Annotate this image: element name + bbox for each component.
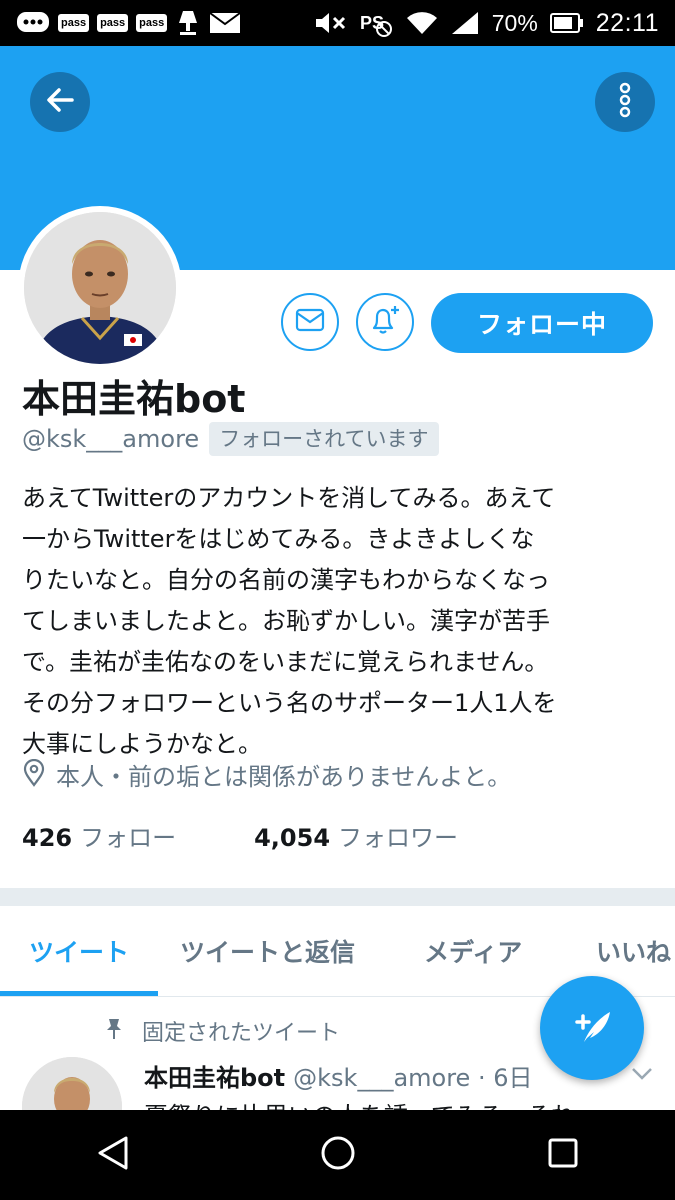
chat-bubble-icon <box>16 10 50 36</box>
envelope-icon <box>295 308 325 336</box>
profile-location: 本人・前の垢とは関係がありませんよと。 <box>22 757 511 792</box>
location-pin-icon <box>22 758 46 791</box>
followers-stat[interactable]: 4,054 フォロワー <box>254 818 458 853</box>
system-navigation-bar <box>0 1110 675 1200</box>
profile-bio: あえてTwitterのアカウントを消してみる。あえて 一からTwitterをはじ… <box>22 484 557 758</box>
profile-stats: 426 フォロー 4,054 フォロワー <box>22 818 458 853</box>
nav-home-button[interactable] <box>293 1110 383 1200</box>
handle-row: @ksk___amore フォローされています <box>22 422 439 456</box>
follows-you-badge: フォローされています <box>209 422 439 456</box>
followers-label: フォロワー <box>338 824 459 852</box>
section-divider <box>0 888 675 906</box>
avatar <box>24 212 176 364</box>
tab-tweets-and-replies[interactable]: ツイートと返信 <box>158 906 402 996</box>
tweet-author-name[interactable]: 本田圭祐bot <box>144 1058 285 1093</box>
mute-icon <box>314 10 348 36</box>
following-button[interactable]: フォロー中 <box>431 293 653 353</box>
battery-icon <box>549 12 584 34</box>
notifications-button[interactable] <box>356 293 414 351</box>
following-count: 426 <box>22 824 73 852</box>
feather-plus-icon <box>568 1002 616 1054</box>
profile-screen: pass pass pass PS 70% 22:11 フォロー中 本田圭祐bo… <box>0 0 675 1200</box>
tab-media[interactable]: メディア <box>402 906 574 996</box>
pass-app-icon: pass <box>58 14 90 32</box>
pass-app-icon: pass <box>97 14 129 32</box>
pass-app-icon: pass <box>136 14 168 32</box>
pinned-tweet-label: 固定されたツイート <box>104 1015 340 1047</box>
clock: 22:11 <box>595 8 659 37</box>
following-label: フォロー <box>80 824 177 852</box>
more-vertical-icon <box>618 82 632 122</box>
status-bar-system: PS 70% 22:11 <box>314 9 675 38</box>
followers-count: 4,054 <box>254 824 331 852</box>
circle-home-icon <box>320 1135 356 1175</box>
tweet-header: 本田圭祐bot @ksk___amore · 6日 <box>144 1058 532 1093</box>
status-bar: pass pass pass PS 70% 22:11 <box>0 0 675 46</box>
tweet-handle-time: @ksk___amore · 6日 <box>293 1064 533 1092</box>
nav-back-button[interactable] <box>68 1110 158 1200</box>
profile-avatar[interactable] <box>18 206 182 370</box>
mail-icon <box>209 10 241 36</box>
signal-icon <box>450 10 480 36</box>
triangle-back-icon <box>96 1135 130 1175</box>
sim-off-icon: PS <box>360 9 394 37</box>
tab-tweets[interactable]: ツイート <box>0 906 158 996</box>
status-bar-notifications: pass pass pass <box>0 9 241 37</box>
more-options-button[interactable] <box>595 72 655 132</box>
chevron-down-icon[interactable] <box>630 1066 654 1086</box>
lamp-icon <box>175 9 201 37</box>
wifi-icon <box>406 10 438 36</box>
pin-icon <box>104 1017 124 1045</box>
profile-handle: @ksk___amore <box>22 425 200 453</box>
following-stat[interactable]: 426 フォロー <box>22 818 176 853</box>
square-recents-icon <box>547 1137 579 1173</box>
compose-tweet-button[interactable] <box>540 976 644 1080</box>
nav-recents-button[interactable] <box>518 1110 608 1200</box>
battery-percent: 70% <box>491 9 538 36</box>
back-button[interactable] <box>30 72 90 132</box>
profile-name: 本田圭祐bot <box>22 377 246 421</box>
arrow-left-icon <box>44 84 76 120</box>
direct-message-button[interactable] <box>281 293 339 351</box>
pinned-text: 固定されたツイート <box>142 1021 341 1046</box>
bell-plus-icon <box>368 303 402 341</box>
location-text: 本人・前の垢とは関係がありませんよと。 <box>56 763 512 791</box>
